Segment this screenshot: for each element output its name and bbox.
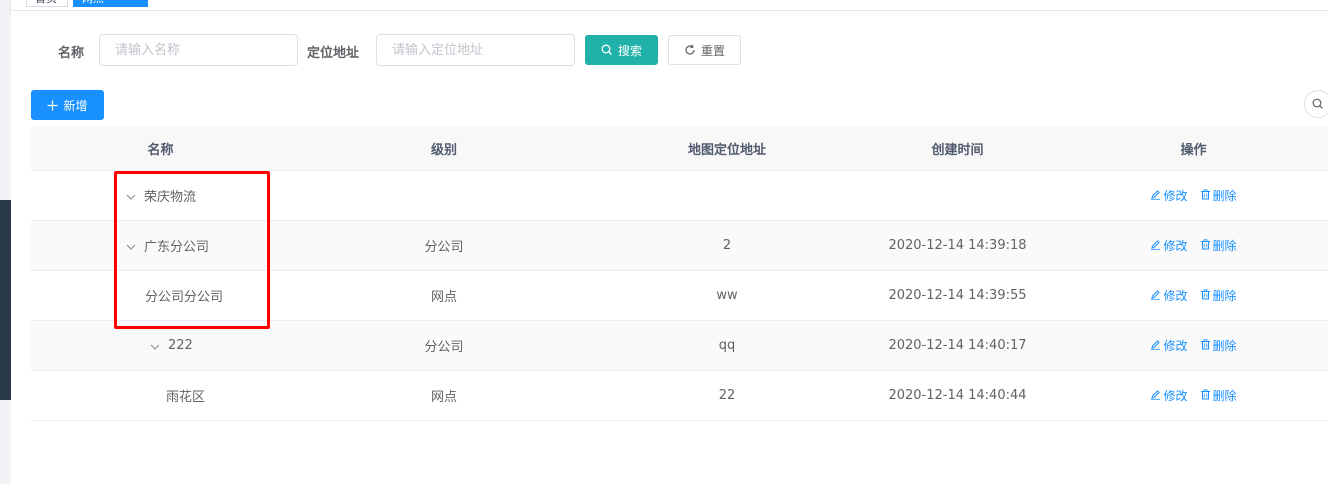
edit-label: 修改 — [1163, 389, 1188, 403]
tag-home[interactable]: 首页 — [26, 0, 68, 7]
search-button[interactable]: 搜索 — [585, 35, 658, 65]
chevron-down-icon[interactable] — [126, 189, 136, 203]
edit-link[interactable]: 修改 — [1150, 287, 1188, 304]
row-address: ww — [716, 288, 738, 303]
delete-link[interactable]: 删除 — [1200, 237, 1237, 254]
edit-icon — [1150, 189, 1161, 203]
table-row: 雨花区 网点 22 2020-12-14 14:40:44 修改 删除 — [31, 371, 1328, 421]
delete-label: 删除 — [1212, 389, 1237, 403]
delete-label: 删除 — [1212, 339, 1237, 353]
address-input[interactable] — [376, 34, 575, 66]
table-row: 荣庆物流 修改 删除 — [31, 171, 1328, 221]
reset-button[interactable]: 重置 — [668, 35, 741, 65]
plus-icon — [47, 100, 58, 111]
row-name: 222 — [168, 338, 193, 353]
toggle-search-button[interactable] — [1304, 90, 1328, 118]
row-name: 荣庆物流 — [144, 190, 197, 205]
edit-label: 修改 — [1163, 289, 1188, 303]
edit-link[interactable]: 修改 — [1150, 337, 1188, 354]
tag-active[interactable]: 网点 — [73, 0, 148, 7]
name-input[interactable] — [99, 34, 298, 66]
row-created: 2020-12-14 14:39:55 — [888, 288, 1027, 303]
table-row: 分公司分公司 网点 ww 2020-12-14 14:39:55 修改 删除 — [31, 271, 1328, 321]
delete-link[interactable]: 删除 — [1200, 287, 1237, 304]
search-button-label: 搜索 — [617, 43, 642, 58]
edit-icon — [1150, 239, 1161, 253]
delete-link[interactable]: 删除 — [1200, 187, 1237, 204]
row-created: 2020-12-14 14:39:18 — [888, 238, 1027, 253]
edit-link[interactable]: 修改 — [1150, 237, 1188, 254]
trash-icon — [1200, 238, 1211, 253]
row-level: 网点 — [430, 390, 457, 405]
sidebar-dark-segment — [0, 200, 11, 400]
row-level: 分公司 — [424, 340, 464, 355]
main-content: 名称 定位地址 搜索 重置 新增 名称 级别 地图定位地址 创建时间 操作 — [11, 11, 1328, 484]
header-created[interactable]: 创建时间 — [856, 127, 1059, 170]
address-label: 定位地址 — [307, 46, 360, 61]
search-icon — [601, 44, 613, 56]
edit-label: 修改 — [1163, 339, 1188, 353]
trash-icon — [1200, 188, 1211, 203]
row-name: 分公司分公司 — [145, 290, 224, 305]
trash-icon — [1200, 338, 1211, 353]
delete-link[interactable]: 删除 — [1200, 387, 1237, 404]
chevron-down-icon[interactable] — [126, 239, 136, 253]
edit-label: 修改 — [1163, 189, 1188, 203]
delete-link[interactable]: 删除 — [1200, 337, 1237, 354]
edit-icon — [1150, 289, 1161, 303]
edit-icon — [1150, 339, 1161, 353]
table-row: 222 分公司 qq 2020-12-14 14:40:17 修改 删除 — [31, 321, 1328, 371]
table-row: 广东分公司 分公司 2 2020-12-14 14:39:18 修改 删除 — [31, 221, 1328, 271]
edit-link[interactable]: 修改 — [1150, 187, 1188, 204]
row-address: qq — [718, 338, 736, 353]
name-label: 名称 — [58, 46, 85, 61]
row-address: 22 — [718, 388, 736, 403]
add-button-label: 新增 — [63, 98, 88, 113]
header-actions: 操作 — [1180, 143, 1207, 158]
edit-link[interactable]: 修改 — [1150, 387, 1188, 404]
add-button[interactable]: 新增 — [31, 90, 104, 120]
row-name: 雨花区 — [166, 390, 206, 405]
trash-icon — [1200, 388, 1211, 403]
row-level: 网点 — [430, 290, 457, 305]
row-level: 分公司 — [424, 240, 464, 255]
row-level — [290, 171, 598, 220]
refresh-icon — [684, 44, 696, 56]
delete-label: 删除 — [1212, 239, 1237, 253]
table-header: 名称 级别 地图定位地址 创建时间 操作 — [31, 127, 1328, 171]
row-address: 2 — [722, 238, 732, 253]
row-name: 广东分公司 — [144, 240, 210, 255]
delete-label: 删除 — [1212, 189, 1237, 203]
header-address[interactable]: 地图定位地址 — [598, 127, 856, 170]
trash-icon — [1200, 288, 1211, 303]
row-address — [598, 171, 856, 220]
row-created: 2020-12-14 14:40:17 — [888, 338, 1027, 353]
row-created — [856, 171, 1059, 220]
delete-label: 删除 — [1212, 289, 1237, 303]
search-icon — [1312, 98, 1324, 110]
row-created: 2020-12-14 14:40:44 — [888, 388, 1027, 403]
chevron-down-icon[interactable] — [150, 339, 160, 353]
edit-label: 修改 — [1163, 239, 1188, 253]
reset-button-label: 重置 — [700, 43, 725, 58]
tags-bar: 首页 网点 — [11, 0, 1328, 11]
header-name[interactable]: 名称 — [31, 127, 290, 170]
header-level[interactable]: 级别 — [290, 127, 598, 170]
edit-icon — [1150, 389, 1161, 403]
data-table: 名称 级别 地图定位地址 创建时间 操作 荣庆物流 修改 删除 广东分公司 分公… — [31, 127, 1328, 421]
